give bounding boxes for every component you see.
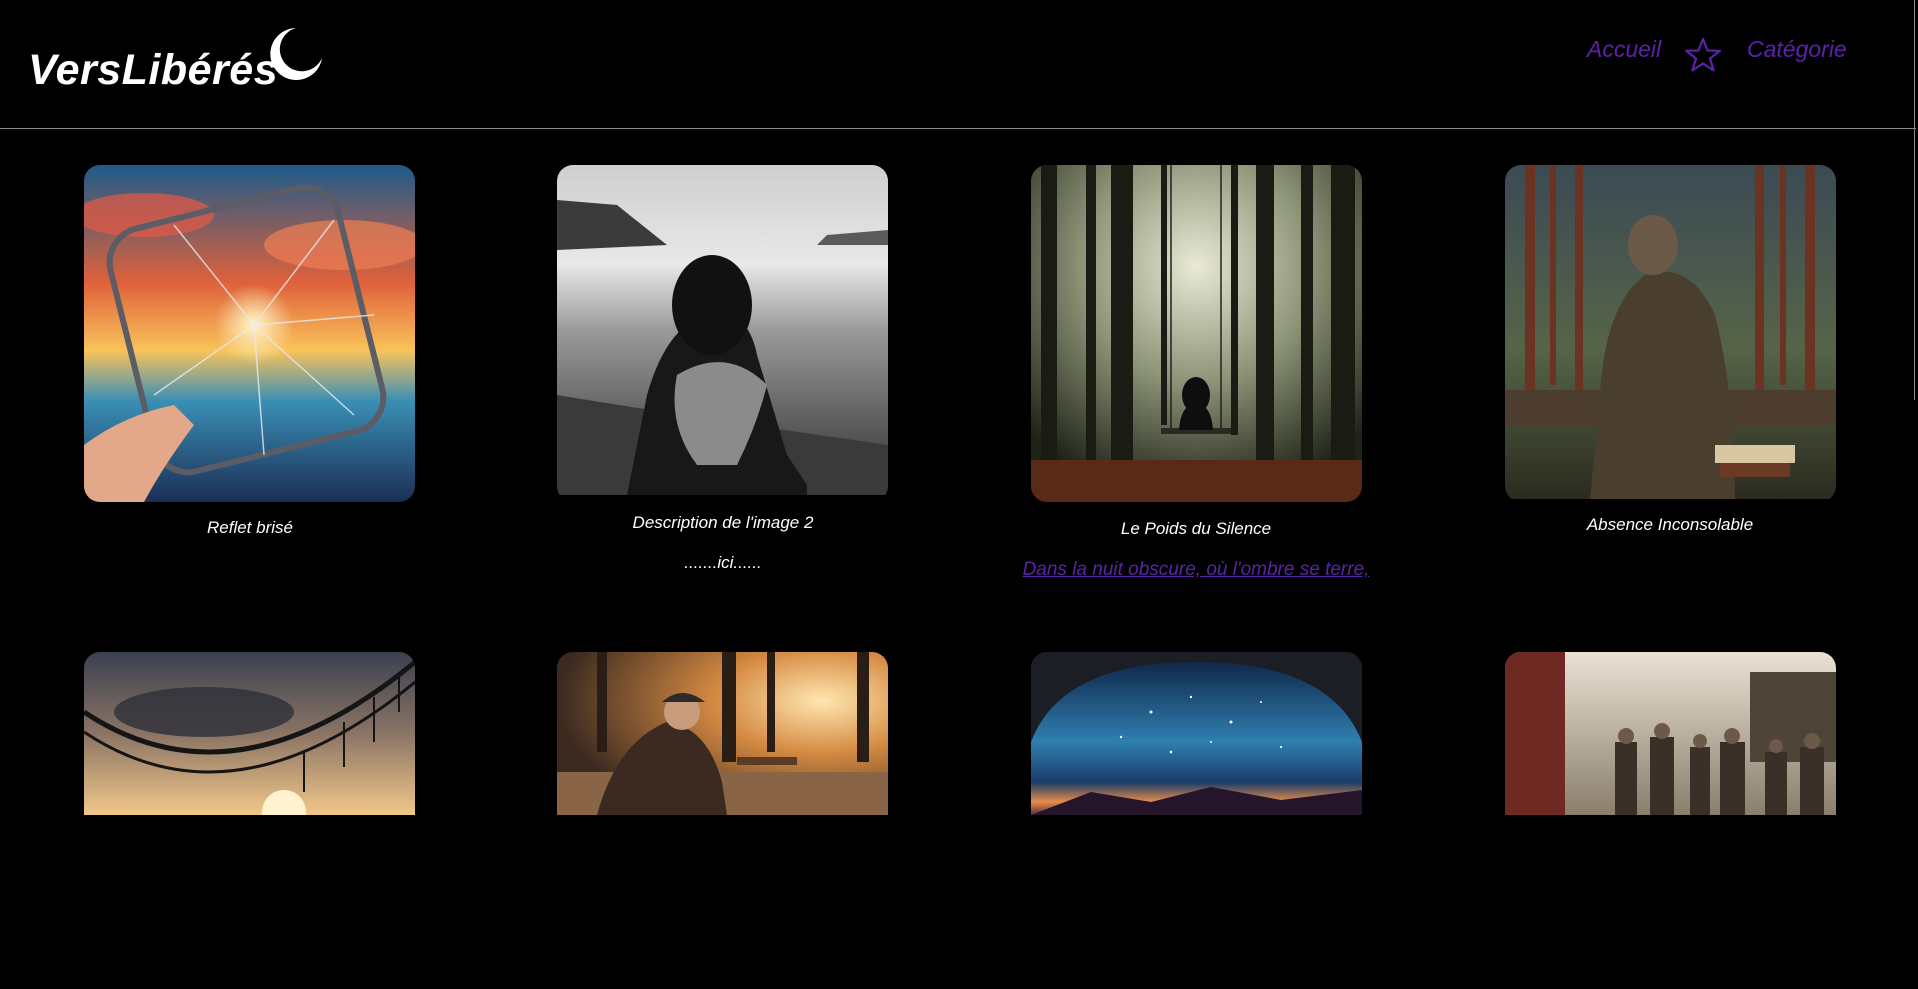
gallery-image-reflet-brise[interactable] [84, 165, 415, 502]
site-header: VersLibérés Accueil Catégorie [0, 0, 1916, 129]
image-caption: Le Poids du Silence [1120, 519, 1272, 538]
star-icon [1684, 37, 1722, 72]
gallery-image-le-poids-du-silence[interactable] [1031, 165, 1362, 502]
gallery-image-old-man[interactable] [557, 652, 888, 989]
image-caption: Absence Inconsolable [1586, 515, 1754, 534]
site-logo-text[interactable]: VersLibérés [28, 46, 278, 95]
gallery-image-bridge[interactable] [84, 652, 415, 989]
nav-link-home[interactable]: Accueil [1587, 36, 1661, 63]
gallery-image-market[interactable] [1505, 652, 1836, 989]
image-caption: Description de l'image 2 [632, 513, 814, 532]
poem-link[interactable]: Dans la nuit obscure, où l'ombre se terr… [946, 559, 1446, 581]
gallery-image-absence-inconsolable[interactable] [1505, 165, 1836, 502]
gallery-image-starry-sky[interactable] [1031, 652, 1362, 989]
nav-link-category[interactable]: Catégorie [1747, 36, 1847, 63]
crescent-moon-icon [270, 28, 322, 80]
scrollbar-edge [1914, 0, 1915, 400]
image-caption: Reflet brisé [207, 518, 293, 537]
image-caption-extra: .......ici...... [684, 553, 762, 572]
gallery-image-2[interactable] [557, 165, 888, 502]
